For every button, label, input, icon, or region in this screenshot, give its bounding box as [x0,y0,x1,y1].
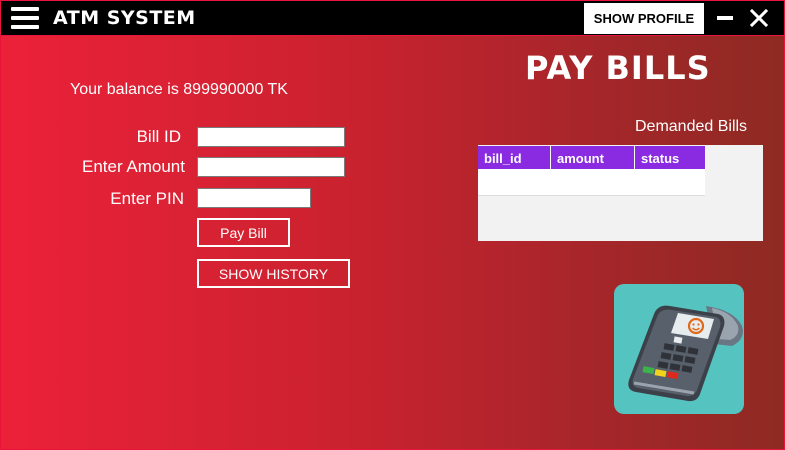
column-header-status[interactable]: status [635,146,706,169]
minimize-icon[interactable] [715,9,735,27]
table-header: bill_id amount status [478,146,706,169]
hamburger-menu-icon[interactable] [11,7,41,29]
amount-label: Enter Amount [81,157,185,176]
show-profile-button[interactable]: SHOW PROFILE [584,3,704,34]
balance-text: Your balance is 899990000 TK [70,81,288,98]
card-payment-terminal-icon [614,284,744,414]
pin-label: Enter PIN [110,189,184,208]
table-row[interactable] [478,169,705,196]
app-window: ATM SYSTEM SHOW PROFILE PAY BILLS Your b… [0,0,785,450]
column-header-bill-id[interactable]: bill_id [478,146,551,169]
close-icon[interactable] [749,8,769,28]
demanded-bills-table[interactable]: bill_id amount status [478,145,763,241]
title-bar: ATM SYSTEM SHOW PROFILE [1,1,784,36]
bill-id-label: Bill ID [136,127,181,146]
demanded-bills-label: Demanded Bills [635,118,748,135]
page-title: PAY BILLS [525,49,711,87]
app-title: ATM SYSTEM [53,7,196,29]
amount-field[interactable] [197,157,345,177]
pay-bill-button[interactable]: Pay Bill [197,218,290,247]
show-history-button[interactable]: SHOW HISTORY [197,259,350,288]
column-header-amount[interactable]: amount [551,146,635,169]
bill-id-field[interactable] [197,127,345,147]
pin-field[interactable] [197,188,311,208]
